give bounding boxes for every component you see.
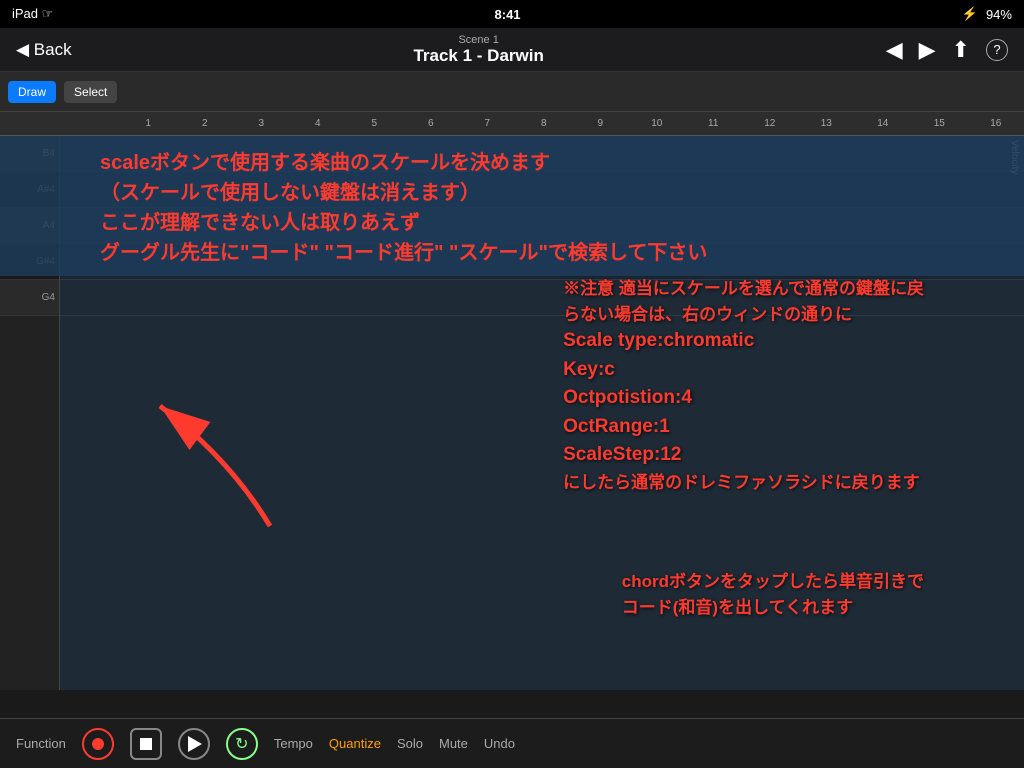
ipad-label: iPad ☞	[12, 6, 53, 22]
select-button[interactable]: Select	[64, 81, 117, 103]
piano-key-G4[interactable]: G4	[0, 280, 59, 316]
upload-button[interactable]: ⬆	[952, 37, 970, 63]
ruler-number-15: 15	[911, 118, 968, 129]
annotation-line1: scaleボタンで使用する楽曲のスケールを決めます	[100, 148, 1008, 178]
stop-icon	[140, 738, 152, 750]
ruler-number-6: 6	[403, 118, 460, 129]
ruler-number-11: 11	[685, 118, 742, 129]
nav-bar: ◀ Back Scene 1 Track 1 - Darwin ◀ ▶ ⬆ ?	[0, 28, 1024, 72]
track-title: Track 1 - Darwin	[413, 46, 543, 66]
ruler-number-4: 4	[290, 118, 347, 129]
track-row-0[interactable]	[60, 280, 1024, 316]
ruler-number-12: 12	[742, 118, 799, 129]
status-right: ⚡ 94%	[962, 6, 1012, 22]
quantize-label[interactable]: Quantize	[329, 736, 381, 751]
ruler-number-1: 1	[120, 118, 177, 129]
stop-button[interactable]	[130, 728, 162, 760]
bottom-toolbar: Function ↻ Tempo Quantize Solo Mute Undo	[0, 718, 1024, 768]
scene-label: Scene 1	[458, 34, 498, 46]
timeline-ruler: 12345678910111213141516	[0, 112, 1024, 136]
ruler-number-16: 16	[968, 118, 1024, 129]
ruler-number-14: 14	[855, 118, 912, 129]
annotation-line3: ここが理解できない人は取りあえず	[100, 208, 1008, 238]
ruler-number-3: 3	[233, 118, 290, 129]
solo-label[interactable]: Solo	[397, 736, 423, 751]
mute-label[interactable]: Mute	[439, 736, 468, 751]
play-icon	[188, 736, 202, 752]
synth-wrapper: B4A#4A4G#4G4 Velocity scaleボタンで使用する楽曲のスケ…	[0, 136, 1024, 690]
nav-controls: ◀ ▶ ⬆ ?	[886, 37, 1008, 63]
ruler-number-13: 13	[798, 118, 855, 129]
ruler-number-2: 2	[177, 118, 234, 129]
annotation-line2: （スケールで使用しない鍵盤は消えます）	[100, 178, 1008, 208]
next-button[interactable]: ▶	[919, 37, 936, 63]
ruler-number-5: 5	[346, 118, 403, 129]
toolbar: Draw Select	[0, 72, 1024, 112]
draw-button[interactable]: Draw	[8, 81, 56, 103]
ruler-number-10: 10	[629, 118, 686, 129]
info-button[interactable]: ?	[986, 39, 1008, 61]
annotation-line4: グーグル先生に"コード" "コード進行" "スケール"で検索して下さい	[100, 238, 1008, 268]
ruler-number-7: 7	[459, 118, 516, 129]
ruler-numbers: 12345678910111213141516	[60, 118, 1024, 129]
upper-annotation: scaleボタンで使用する楽曲のスケールを決めます （スケールで使用しない鍵盤は…	[0, 136, 1024, 276]
loop-icon: ↻	[235, 734, 248, 754]
loop-button[interactable]: ↻	[226, 728, 258, 760]
ruler-number-8: 8	[516, 118, 573, 129]
record-icon	[92, 738, 104, 750]
prev-button[interactable]: ◀	[886, 37, 903, 63]
play-button[interactable]	[178, 728, 210, 760]
undo-label[interactable]: Undo	[484, 736, 515, 751]
status-time: 8:41	[495, 7, 521, 22]
function-label[interactable]: Function	[16, 736, 66, 751]
record-button[interactable]	[82, 728, 114, 760]
tempo-label[interactable]: Tempo	[274, 736, 313, 751]
ruler-number-9: 9	[572, 118, 629, 129]
bluetooth-icon: ⚡	[962, 6, 978, 22]
status-left: iPad ☞	[12, 6, 53, 22]
battery-level: 94%	[986, 7, 1012, 22]
back-button[interactable]: ◀ Back	[16, 40, 72, 60]
status-bar: iPad ☞ 8:41 ⚡ 94%	[0, 0, 1024, 28]
